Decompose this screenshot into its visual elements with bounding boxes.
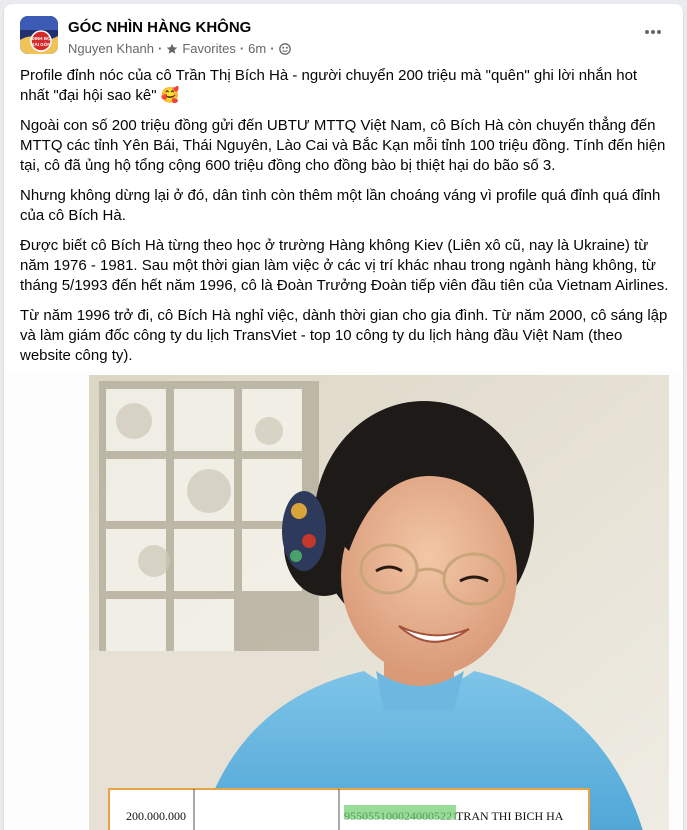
post-meta: Nguyen Khanh · Favorites · 6m · — [68, 41, 291, 56]
page-name[interactable]: GÓC NHÌN HÀNG KHÔNG — [68, 19, 251, 36]
page-avatar[interactable]: ĐINH BỘ SÀI GÒN — [20, 16, 58, 54]
post-timestamp[interactable]: 6m — [248, 41, 266, 56]
author-name[interactable]: Nguyen Khanh — [68, 41, 154, 56]
more-options-button[interactable] — [639, 22, 667, 50]
post-card: ĐINH BỘ SÀI GÒN GÓC NHÌN HÀNG KHÔNG Nguy… — [4, 4, 683, 830]
avatar-logo-icon: ĐINH BỘ SÀI GÒN — [20, 16, 58, 54]
portrait-image — [89, 375, 669, 830]
star-icon — [167, 43, 178, 54]
post-photo[interactable]: 200.000.000 9550551000240005221 TRAN THI… — [4, 371, 683, 830]
post-paragraph: Profile đỉnh nóc của cô Trần Thị Bích Hà… — [20, 67, 638, 104]
svg-text:ĐINH BỘ: ĐINH BỘ — [32, 34, 51, 41]
separator-dot: · — [270, 41, 275, 56]
post-header: ĐINH BỘ SÀI GÒN GÓC NHÌN HÀNG KHÔNG Nguy… — [20, 16, 667, 60]
post-paragraph: Nhưng không dừng lại ở đó, dân tình còn … — [20, 187, 661, 224]
receipt-amount: 200.000.000 — [126, 809, 186, 823]
post-paragraph: Ngoài con số 200 triệu đồng gửi đến UBTƯ… — [20, 117, 666, 174]
more-horizontal-icon — [645, 30, 661, 34]
post-paragraph: Từ năm 1996 trở đi, cô Bích Hà nghỉ việc… — [20, 307, 668, 364]
post-paragraph: Được biết cô Bích Hà từng theo học ở trư… — [20, 237, 669, 294]
svg-text:SÀI GÒN: SÀI GÒN — [31, 40, 50, 47]
separator-dot: · — [239, 41, 245, 56]
receipt-name: TRAN THI BICH HA — [456, 809, 564, 823]
receipt-account-number: 9550551000240005221 — [344, 809, 458, 823]
separator-dot: · — [158, 41, 163, 56]
audience-label[interactable]: Favorites — [182, 41, 235, 56]
post-text: Profile đỉnh nóc của cô Trần Thị Bích Hà… — [20, 66, 669, 376]
globe-icon[interactable] — [278, 42, 291, 55]
